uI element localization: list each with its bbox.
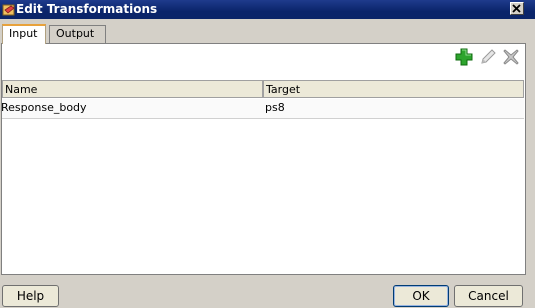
close-icon	[512, 4, 521, 13]
cancel-button[interactable]: Cancel	[454, 285, 523, 307]
row-name-cell[interactable]: Response_body	[1, 99, 261, 118]
edit-icon[interactable]	[478, 47, 498, 67]
ok-button[interactable]: OK	[393, 285, 449, 307]
row-target-cell[interactable]: ps8	[265, 99, 523, 118]
tab-input[interactable]: Input	[2, 24, 46, 44]
close-button[interactable]	[510, 2, 524, 15]
row-divider	[2, 118, 524, 119]
delete-icon[interactable]	[501, 47, 521, 67]
app-icon	[2, 4, 15, 16]
column-header-target[interactable]: Target	[263, 80, 524, 98]
tab-output[interactable]: Output	[49, 25, 106, 43]
input-panel	[1, 43, 526, 275]
title-bar: Edit Transformations	[0, 0, 535, 19]
column-header-name[interactable]: Name	[2, 80, 263, 98]
add-icon[interactable]	[454, 47, 474, 67]
help-button[interactable]: Help	[2, 285, 59, 307]
window-title: Edit Transformations	[16, 2, 158, 16]
